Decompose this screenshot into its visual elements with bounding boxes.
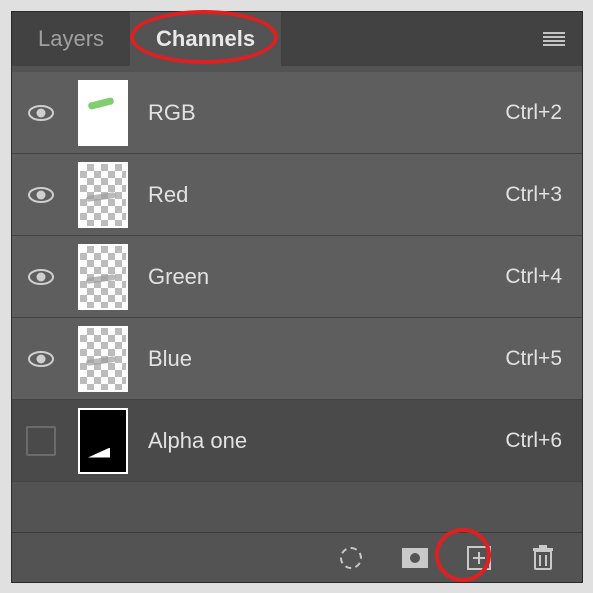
channel-shortcut: Ctrl+5: [505, 347, 568, 371]
dashed-circle-icon: [340, 547, 362, 569]
channel-thumbnail: [78, 162, 128, 228]
visibility-toggle[interactable]: [26, 344, 56, 374]
eye-icon: [28, 351, 54, 367]
visibility-toggle[interactable]: [26, 262, 56, 292]
eye-icon: [28, 187, 54, 203]
channel-shortcut: Ctrl+3: [505, 183, 568, 207]
channel-name: Blue: [148, 346, 505, 372]
channels-panel: Layers Channels RGB Ctrl+2: [11, 11, 583, 583]
save-selection-as-mask-button[interactable]: [400, 543, 430, 573]
channel-row-red[interactable]: Red Ctrl+3: [12, 154, 582, 236]
channel-list: RGB Ctrl+2 Red Ctrl+3: [12, 66, 582, 482]
channel-shortcut: Ctrl+6: [505, 429, 568, 453]
eye-icon: [28, 269, 54, 285]
channel-shortcut: Ctrl+4: [505, 265, 568, 289]
tab-channels[interactable]: Channels: [130, 12, 281, 66]
tab-layers[interactable]: Layers: [12, 12, 130, 66]
channel-shortcut: Ctrl+2: [505, 101, 568, 125]
hamburger-icon: [543, 32, 565, 46]
load-channel-as-selection-button[interactable]: [336, 543, 366, 573]
channel-name: Red: [148, 182, 505, 208]
channel-name: Green: [148, 264, 505, 290]
channel-name: Alpha one: [148, 428, 505, 454]
panel-tabbar: Layers Channels: [12, 12, 582, 66]
channel-row-alpha-one[interactable]: Alpha one Ctrl+6: [12, 400, 582, 482]
channel-name: RGB: [148, 100, 505, 126]
channel-thumbnail: [78, 244, 128, 310]
visibility-toggle[interactable]: [26, 180, 56, 210]
tab-layers-label: Layers: [38, 26, 104, 52]
mask-icon: [402, 548, 428, 568]
channel-thumbnail: [78, 408, 128, 474]
visibility-toggle[interactable]: [26, 426, 56, 456]
panel-footer: [12, 532, 582, 582]
channel-row-green[interactable]: Green Ctrl+4: [12, 236, 582, 318]
panel-menu-button[interactable]: [538, 12, 570, 66]
eye-icon: [28, 105, 54, 121]
channel-thumbnail: [78, 326, 128, 392]
delete-channel-button[interactable]: [528, 543, 558, 573]
tab-channels-label: Channels: [156, 26, 255, 52]
trash-icon: [531, 545, 555, 571]
channel-thumbnail: [78, 80, 128, 146]
channel-row-rgb[interactable]: RGB Ctrl+2: [12, 72, 582, 154]
new-channel-button[interactable]: [464, 543, 494, 573]
plus-square-icon: [467, 546, 491, 570]
channel-row-blue[interactable]: Blue Ctrl+5: [12, 318, 582, 400]
visibility-toggle[interactable]: [26, 98, 56, 128]
